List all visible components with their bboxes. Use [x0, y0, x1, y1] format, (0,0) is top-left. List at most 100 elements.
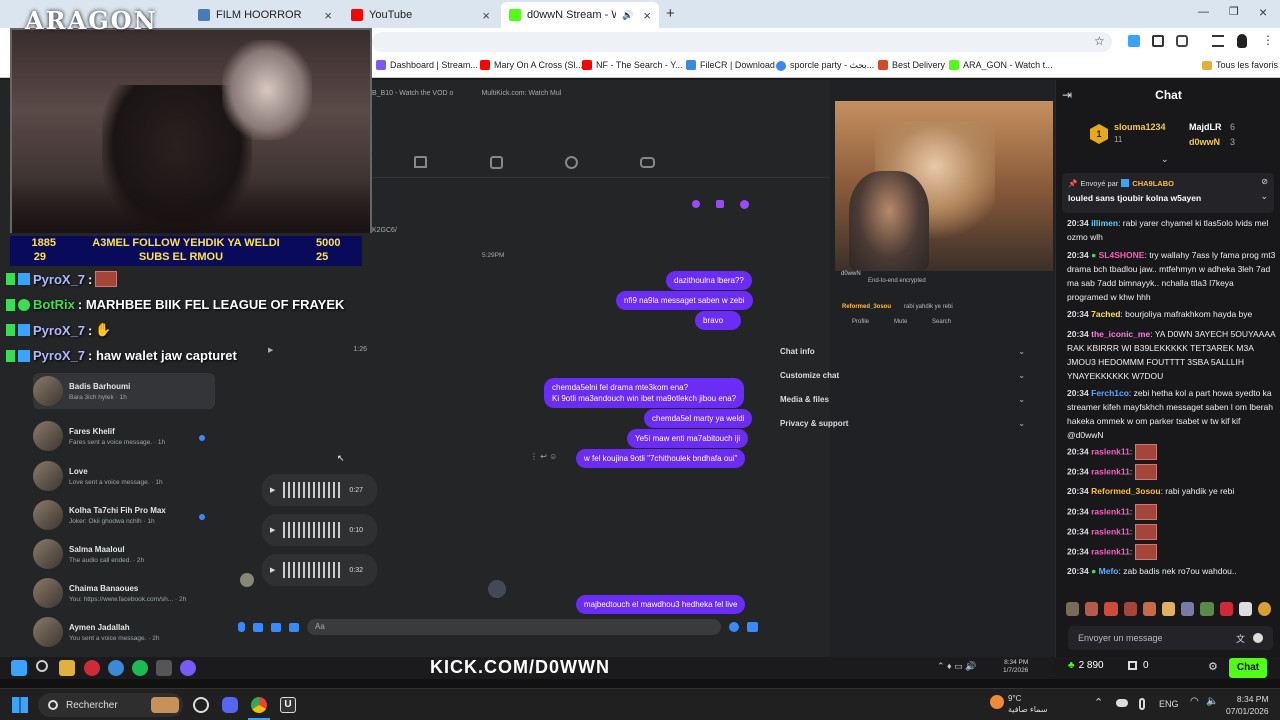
- translate-icon[interactable]: [1128, 35, 1140, 47]
- emote-icon[interactable]: [1066, 602, 1080, 616]
- send-chat-button[interactable]: Chat: [1229, 658, 1267, 678]
- menu-icon[interactable]: ⋮: [1262, 33, 1274, 47]
- close-window-button[interactable]: ×: [1259, 4, 1267, 20]
- video-icon[interactable]: [716, 200, 724, 208]
- msg-user[interactable]: raslenk11: [1091, 506, 1130, 516]
- emote-icon[interactable]: [1161, 602, 1176, 616]
- volume-icon[interactable]: 🔈: [1206, 696, 1218, 707]
- leader-name[interactable]: MajdLR: [1189, 122, 1222, 132]
- list-item[interactable]: Aymen Jadallah You sent a voice message. …: [33, 614, 159, 650]
- call-icon[interactable]: [692, 200, 700, 208]
- cloud-icon[interactable]: [1116, 699, 1128, 707]
- discord-icon[interactable]: [222, 697, 238, 713]
- emote-icon[interactable]: [1142, 602, 1156, 616]
- chevron-down-icon[interactable]: ⌄: [1161, 154, 1169, 165]
- tab-youtube[interactable]: YouTube ×: [343, 4, 498, 26]
- voice-message[interactable]: ▶ 0:10: [262, 514, 377, 546]
- bookmark-sporcle[interactable]: sporcle party - بحث...: [776, 60, 874, 71]
- msg-user[interactable]: SL4SHONE: [1099, 250, 1145, 260]
- emote-icon[interactable]: [1123, 602, 1137, 616]
- emoji-icon[interactable]: [729, 622, 739, 632]
- gift-counter[interactable]: 0: [1128, 660, 1149, 671]
- bookmark-best-delivery[interactable]: Best Delivery: [878, 60, 945, 70]
- info-icon[interactable]: [740, 200, 749, 209]
- msg-user[interactable]: the_iconic_me: [1091, 329, 1150, 339]
- settings-icon[interactable]: ⚙: [1208, 660, 1218, 673]
- msg-user[interactable]: Reformed_3osou: [1091, 486, 1160, 496]
- bookmark-filecr[interactable]: FileCR | Download: [686, 60, 775, 70]
- msg-user[interactable]: raslenk11: [1091, 466, 1130, 476]
- profile-icon[interactable]: [1237, 34, 1247, 48]
- msg-user[interactable]: raslenk11: [1091, 526, 1130, 536]
- translate-icon[interactable]: 文: [1236, 632, 1245, 645]
- scroll-down-button[interactable]: [488, 580, 506, 598]
- gaming-icon[interactable]: [640, 157, 655, 168]
- windows-start-icon[interactable]: [12, 697, 28, 713]
- message-input[interactable]: Aa: [307, 619, 721, 635]
- minimize-button[interactable]: —: [1198, 6, 1209, 18]
- gif-icon[interactable]: [289, 622, 299, 632]
- speaker-icon[interactable]: 🔊: [622, 10, 633, 21]
- close-icon[interactable]: ×: [324, 8, 332, 23]
- language-indicator[interactable]: ENG: [1159, 699, 1179, 709]
- leader-name[interactable]: d0wwN: [1189, 137, 1220, 147]
- tab-film-horror[interactable]: FILM HOORROR ×: [190, 4, 340, 26]
- chevron-down-icon[interactable]: ⌄: [1260, 191, 1268, 202]
- list-item[interactable]: Badis Barhoumi Bara 3ich hytek · 1h: [33, 373, 215, 409]
- like-icon[interactable]: [747, 622, 758, 632]
- voice-message[interactable]: ▶ 0:32: [262, 554, 377, 586]
- panel-privacy-support[interactable]: Privacy & support ⌄: [780, 419, 1025, 428]
- emote-icon[interactable]: [1200, 602, 1214, 616]
- sticker-icon[interactable]: [271, 622, 281, 632]
- msg-user[interactable]: raslenk11: [1091, 446, 1130, 456]
- msg-user[interactable]: raslenk11: [1091, 546, 1130, 556]
- message-input-box[interactable]: Envoyer un message 文: [1068, 626, 1273, 650]
- task-view-icon[interactable]: [193, 697, 209, 713]
- new-tab-button[interactable]: +: [666, 5, 675, 22]
- emote-icon[interactable]: [1257, 602, 1272, 616]
- chevron-up-icon[interactable]: ⌃: [1094, 696, 1103, 709]
- emote-icon[interactable]: [1085, 602, 1099, 616]
- list-item[interactable]: Salma Maaloul The audio call ended. · 2h: [33, 536, 144, 572]
- list-item[interactable]: Love Love sent a voice message. · 1h: [33, 458, 163, 494]
- home-icon[interactable]: [414, 156, 427, 168]
- close-icon[interactable]: ×: [643, 8, 651, 23]
- clock[interactable]: 8:34 PM 07/01/2026: [1226, 693, 1269, 717]
- msg-user[interactable]: illimen: [1091, 218, 1118, 228]
- calendar-icon[interactable]: [490, 156, 503, 169]
- play-icon[interactable]: ▶: [270, 566, 275, 574]
- message-input[interactable]: Envoyer un message: [1078, 633, 1228, 643]
- bookmark-aragon[interactable]: ARA_GON - Watch t...: [949, 60, 1053, 70]
- chrome-icon[interactable]: [251, 697, 267, 713]
- voice-message[interactable]: ▶ 0:27: [262, 474, 377, 506]
- puzzle-icon[interactable]: [1176, 35, 1188, 47]
- play-icon[interactable]: ▶: [270, 486, 275, 494]
- leader-name[interactable]: slouma1234: [1114, 122, 1166, 132]
- list-item[interactable]: Chaima Banaoues You: https://www.facebook…: [33, 575, 186, 611]
- mic-icon[interactable]: [1139, 698, 1145, 710]
- star-icon[interactable]: ☆: [1094, 34, 1105, 48]
- maximize-button[interactable]: ❐: [1229, 5, 1239, 18]
- bookmark-all[interactable]: Tous les favoris: [1202, 60, 1278, 70]
- groups-icon[interactable]: [565, 156, 578, 169]
- list-item[interactable]: Kolha Ta7chi Fih Pro Max Joker: Okii ghod…: [33, 497, 166, 533]
- wifi-icon[interactable]: ◠: [1190, 696, 1199, 707]
- list-item[interactable]: Fares Khelif Fares sent a voice message. …: [33, 418, 165, 454]
- msg-user[interactable]: 7ached: [1091, 309, 1120, 319]
- emote-icon[interactable]: [1219, 602, 1233, 616]
- bookmark-dashboard[interactable]: Dashboard | Stream...: [376, 60, 478, 70]
- top-voice-message[interactable]: ▶ 1:26: [268, 346, 418, 354]
- bookmark-mary[interactable]: Mary On A Cross (Sl...: [480, 60, 583, 70]
- media-icon[interactable]: [1212, 35, 1224, 47]
- msg-user[interactable]: Ferch1co: [1091, 388, 1129, 398]
- bookmark-nf[interactable]: NF - The Search - Y...: [582, 60, 683, 70]
- taskbar-search[interactable]: Rechercher: [38, 693, 183, 717]
- url-field[interactable]: [372, 32, 1112, 52]
- mic-icon[interactable]: [238, 622, 245, 632]
- channel-points[interactable]: ♣ 2 890: [1068, 660, 1104, 671]
- unpin-icon[interactable]: ⊘: [1261, 177, 1268, 186]
- msg-user[interactable]: Mefo: [1099, 566, 1119, 576]
- close-icon[interactable]: ×: [482, 8, 490, 23]
- weather-widget[interactable]: 9°C سماء صافية: [1008, 693, 1048, 715]
- play-icon[interactable]: ▶: [270, 526, 275, 534]
